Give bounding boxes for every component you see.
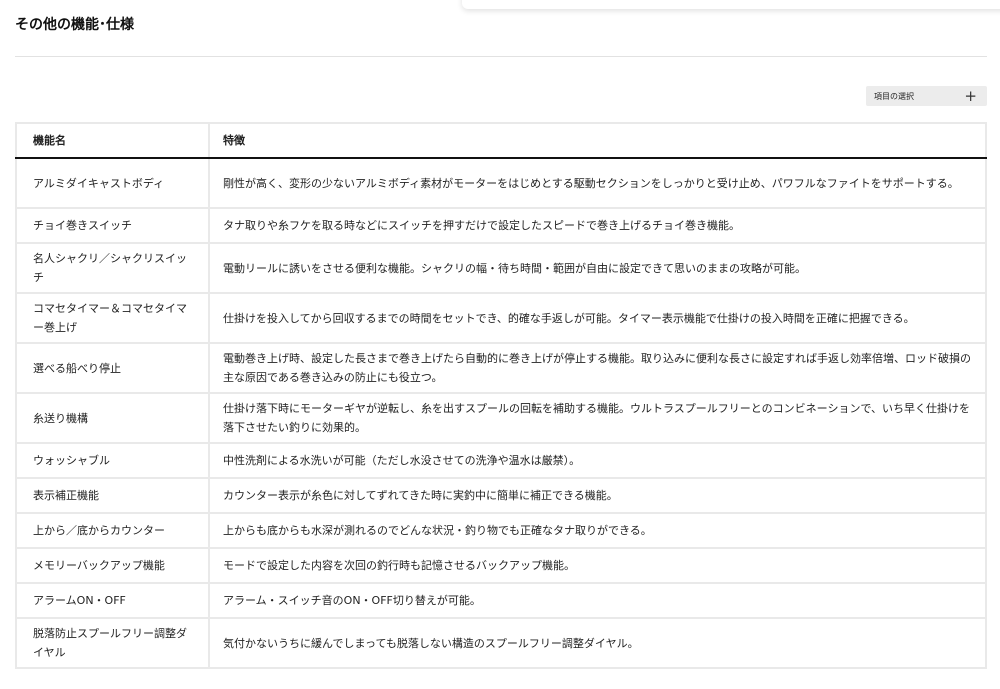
table-row: 糸送り機構仕掛け落下時にモーターギヤが逆転し、糸を出すスプールの回転を補助する機… [16,393,986,443]
table-row: チョイ巻きスイッチタナ取りや糸フケを取る時などにスイッチを押すだけで設定したスピ… [16,208,986,243]
feature-description: 中性洗剤による水洗いが可能（ただし水没させての洗浄や温水は厳禁）。 [209,443,986,478]
feature-name: アラームON・OFF [16,583,209,618]
table-row: 表示補正機能カウンター表示が糸色に対してずれてきた時に実釣中に簡単に補正できる機… [16,478,986,513]
feature-name: 脱落防止スプールフリー調整ダイヤル [16,618,209,668]
feature-description: 電動巻き上げ時、設定した長さまで巻き上げたら自動的に巻き上げが停止する機能。取り… [209,343,986,393]
table-row: 上から／底からカウンター上からも底からも水深が測れるのでどんな状況・釣り物でも正… [16,513,986,548]
feature-name: コマセタイマー＆コマセタイマー巻上げ [16,293,209,343]
feature-description: 仕掛け落下時にモーターギヤが逆転し、糸を出すスプールの回転を補助する機能。ウルト… [209,393,986,443]
feature-name: チョイ巻きスイッチ [16,208,209,243]
table-row: アルミダイキャストボディ剛性が高く、変形の少ないアルミボディ素材がモーターをはじ… [16,158,986,208]
table-row: 選べる船べり停止電動巻き上げ時、設定した長さまで巻き上げたら自動的に巻き上げが停… [16,343,986,393]
table-row: メモリーバックアップ機能モードで設定した内容を次回の釣行時も記憶させるバックアッ… [16,548,986,583]
plus-icon: + [964,89,977,104]
select-items-label: 項目の選択 [874,91,914,102]
column-header-feature: 特徴 [209,123,986,158]
feature-name: 糸送り機構 [16,393,209,443]
feature-name: 上から／底からカウンター [16,513,209,548]
feature-description: カウンター表示が糸色に対してずれてきた時に実釣中に簡単に補正できる機能。 [209,478,986,513]
feature-description: 気付かないうちに緩んでしまっても脱落しない構造のスプールフリー調整ダイヤル。 [209,618,986,668]
feature-name: 選べる船べり停止 [16,343,209,393]
feature-description: 上からも底からも水深が測れるのでどんな状況・釣り物でも正確なタナ取りができる。 [209,513,986,548]
table-row: 名人シャクリ／シャクリスイッチ電動リールに誘いをさせる便利な機能。シャクリの幅・… [16,243,986,293]
section-title: その他の機能･仕様 [15,14,134,34]
feature-name: ウォッシャブル [16,443,209,478]
feature-description: アラーム・スイッチ音のON・OFF切り替えが可能。 [209,583,986,618]
divider [15,56,987,57]
feature-description: 剛性が高く、変形の少ないアルミボディ素材がモーターをはじめとする駆動セクションを… [209,158,986,208]
feature-description: 電動リールに誘いをさせる便利な機能。シャクリの幅・待ち時間・範囲が自由に設定でき… [209,243,986,293]
feature-name: メモリーバックアップ機能 [16,548,209,583]
feature-name: 名人シャクリ／シャクリスイッチ [16,243,209,293]
table-header-row: 機能名 特徴 [16,123,986,158]
feature-description: タナ取りや糸フケを取る時などにスイッチを押すだけで設定したスピードで巻き上げるチ… [209,208,986,243]
table-row: アラームON・OFFアラーム・スイッチ音のON・OFF切り替えが可能。 [16,583,986,618]
table-row: 脱落防止スプールフリー調整ダイヤル気付かないうちに緩んでしまっても脱落しない構造… [16,618,986,668]
feature-description: モードで設定した内容を次回の釣行時も記憶させるバックアップ機能。 [209,548,986,583]
feature-description: 仕掛けを投入してから回収するまでの時間をセットでき、的確な手返しが可能。タイマー… [209,293,986,343]
table-row: ウォッシャブル中性洗剤による水洗いが可能（ただし水没させての洗浄や温水は厳禁）。 [16,443,986,478]
feature-name: 表示補正機能 [16,478,209,513]
select-items-button[interactable]: 項目の選択 + [866,86,987,106]
spec-table: 機能名 特徴 アルミダイキャストボディ剛性が高く、変形の少ないアルミボディ素材が… [15,122,987,669]
feature-name: アルミダイキャストボディ [16,158,209,208]
column-header-name: 機能名 [16,123,209,158]
floating-panel [462,0,1000,9]
table-row: コマセタイマー＆コマセタイマー巻上げ仕掛けを投入してから回収するまでの時間をセッ… [16,293,986,343]
